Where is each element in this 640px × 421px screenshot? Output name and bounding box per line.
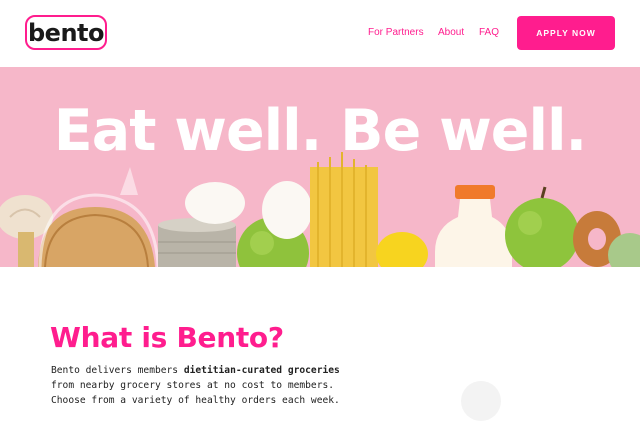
nav-link-faq[interactable]: FAQ — [479, 27, 499, 38]
description-line-1: Bento delivers members dietitian-curated… — [51, 365, 340, 376]
hero-title: Eat well. Be well. — [53, 98, 587, 164]
apply-now-button[interactable]: APPLY NOW — [517, 16, 615, 50]
milk-bottle-icon — [435, 185, 512, 267]
egg-icon-2 — [262, 181, 312, 239]
section-title: What is Bento? — [50, 321, 284, 354]
description-line-3: Choose from a variety of healthy orders … — [51, 395, 340, 406]
section-description: Bento delivers members dietitian-curated… — [51, 363, 340, 408]
groceries-illustration — [0, 152, 640, 267]
bread-icon — [38, 167, 160, 267]
green-apple-icon-2 — [505, 186, 579, 267]
lemon-icon — [376, 232, 428, 267]
can-icon — [158, 218, 236, 267]
highlight-text: dietitian-curated groceries — [183, 365, 340, 376]
hero-banner: Eat well. Be well. — [0, 67, 640, 267]
site-header: bento For Partners About FAQ APPLY NOW — [0, 0, 640, 67]
bento-logo[interactable]: bento — [25, 15, 107, 50]
egg-icon — [185, 182, 245, 224]
decorative-circle — [461, 381, 501, 421]
spaghetti-icon — [310, 152, 378, 267]
nav-link-about[interactable]: About — [438, 27, 464, 38]
nav-link-for-partners[interactable]: For Partners — [368, 27, 424, 38]
description-line-2: from nearby grocery stores at no cost to… — [51, 380, 335, 391]
